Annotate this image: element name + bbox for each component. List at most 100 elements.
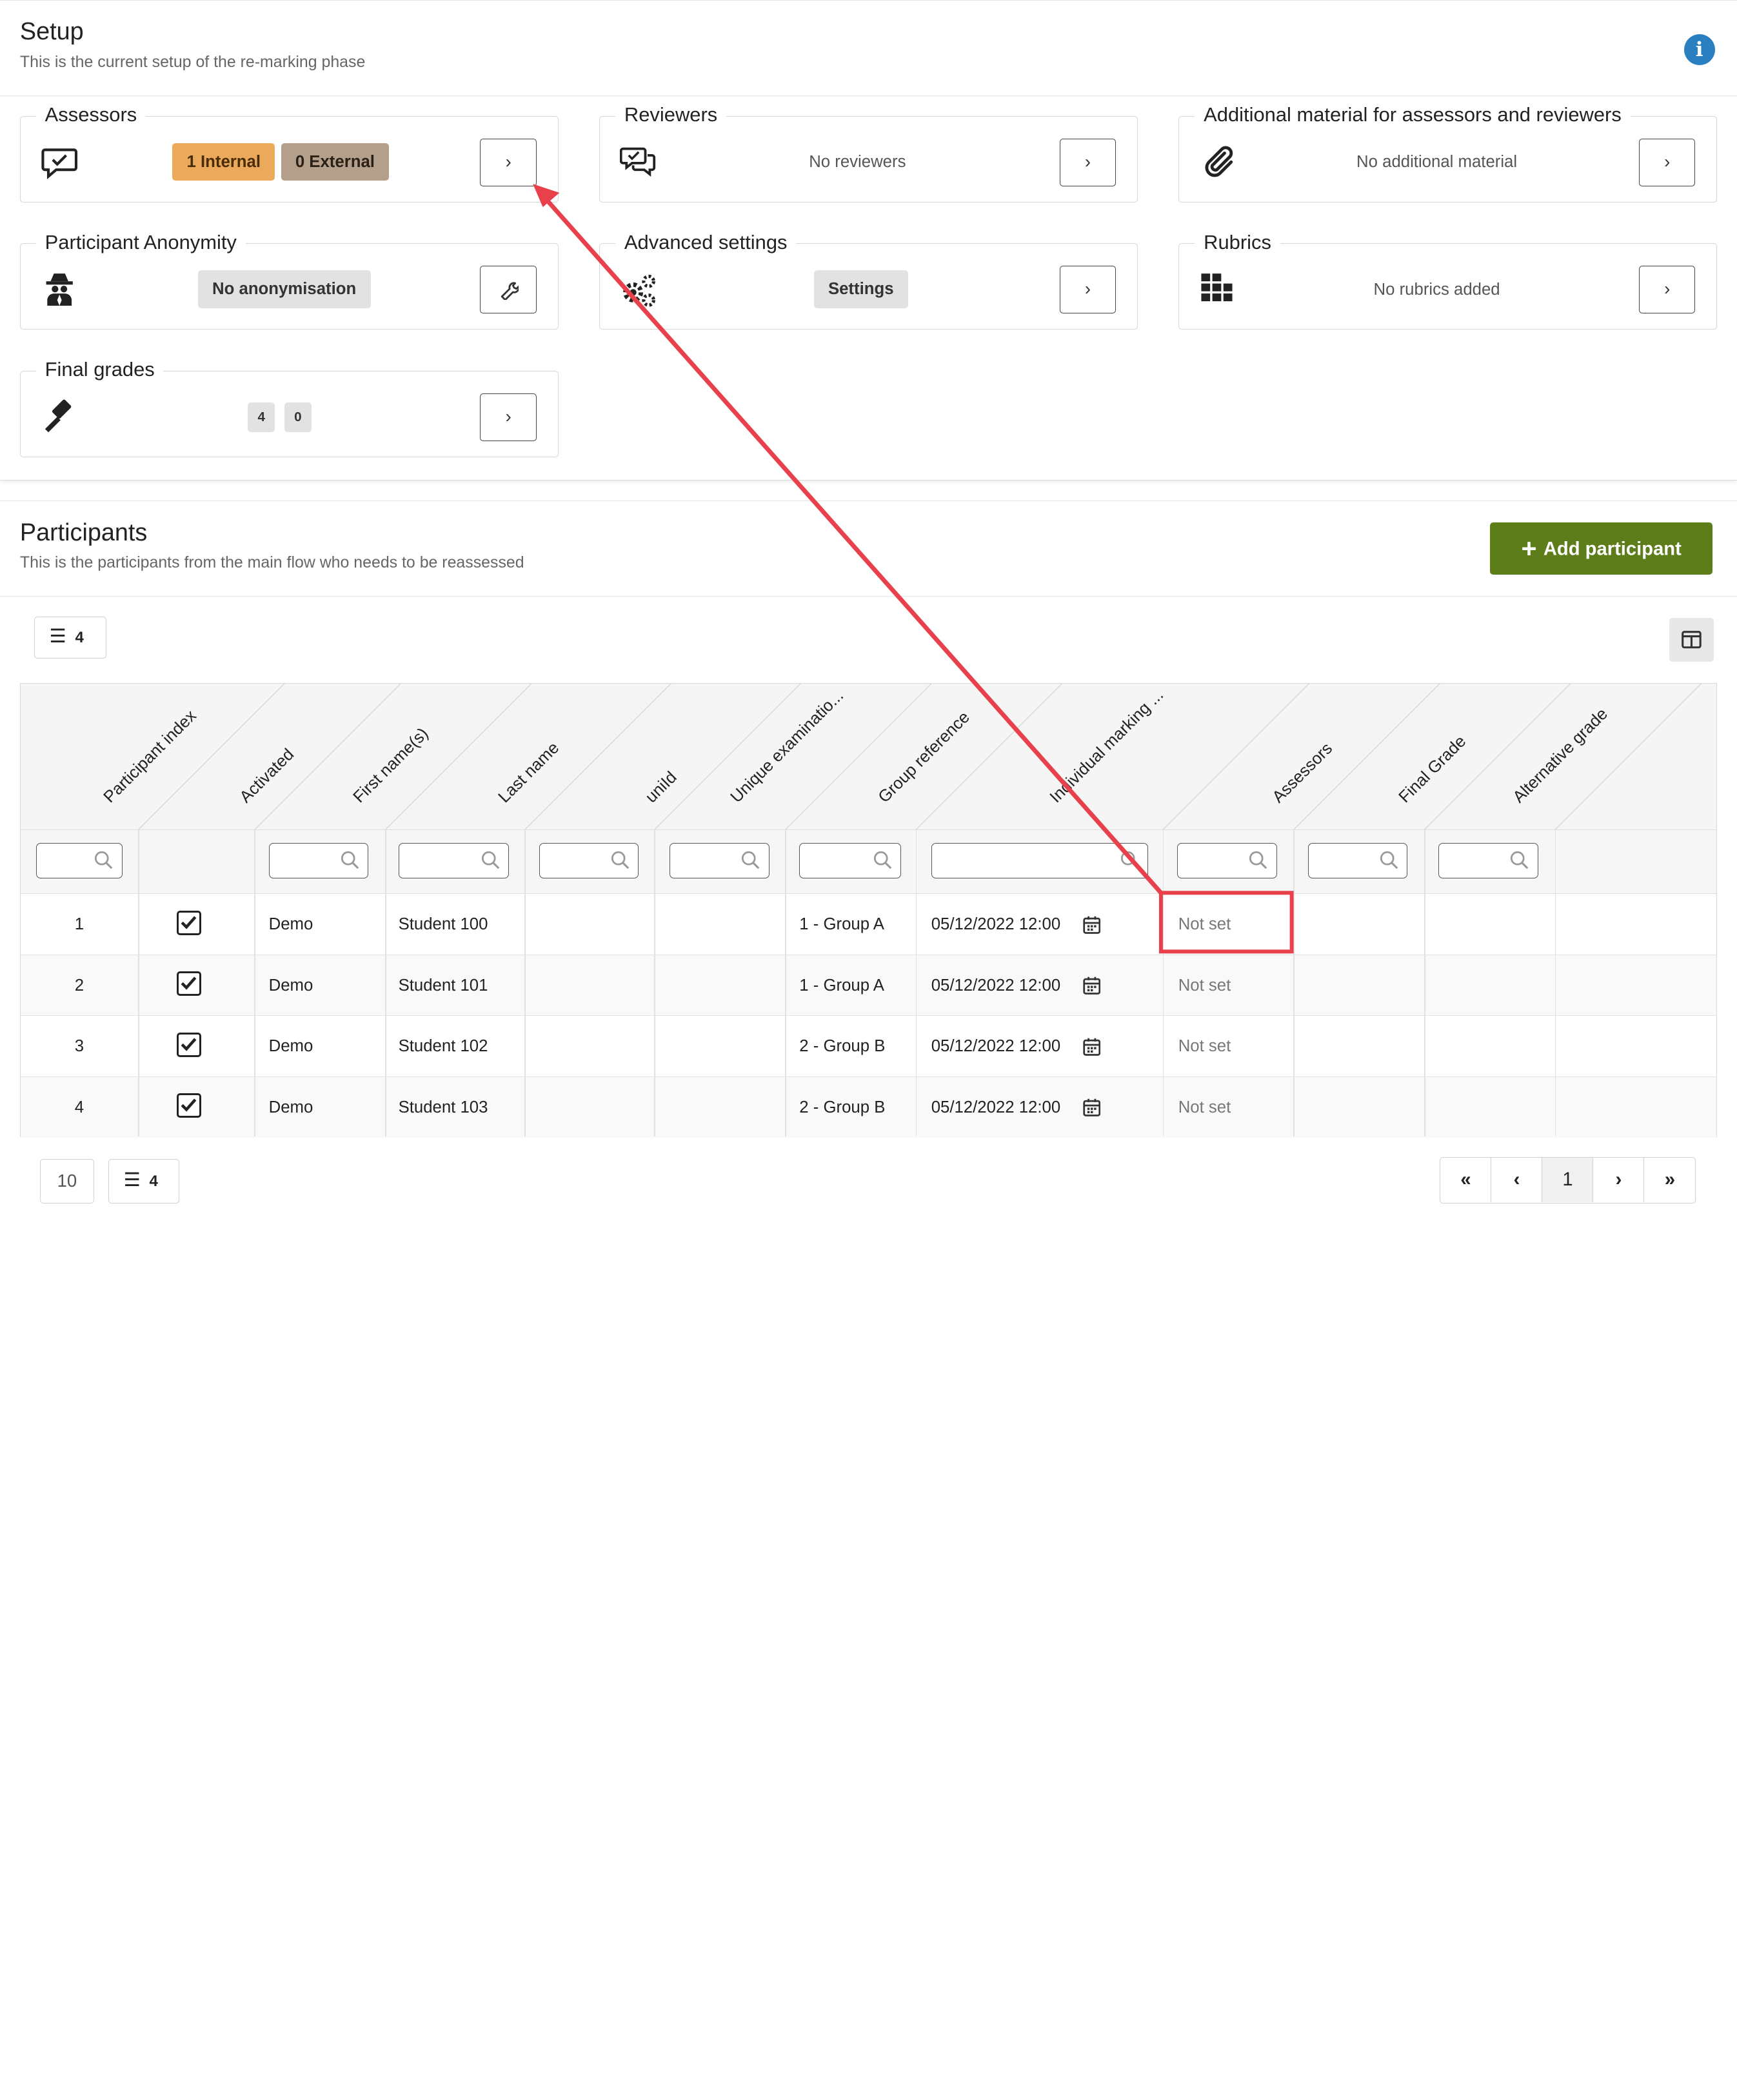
columns-toggle-button[interactable] — [1669, 617, 1714, 662]
rubrics-open-button[interactable]: › — [1638, 266, 1696, 314]
filter-individual-marking[interactable] — [931, 843, 1149, 879]
filter-alternative-grade[interactable] — [1438, 843, 1538, 879]
material-card: Additional material for assessors and re… — [1178, 103, 1718, 203]
filter-participant-index[interactable] — [35, 843, 123, 879]
column-divider — [137, 829, 139, 1137]
setup-header: Setup This is the current setup of the r… — [0, 1, 1737, 96]
current-page[interactable]: 1 — [1542, 1158, 1594, 1202]
page-size-select[interactable]: 10 — [39, 1159, 94, 1204]
cell-last-name: Student 101 — [398, 976, 488, 995]
search-icon — [1120, 851, 1138, 869]
filter-uniid[interactable] — [539, 843, 639, 879]
chevron-right-icon: › — [1084, 279, 1091, 299]
add-participant-label: Add participant — [1543, 539, 1682, 560]
advanced-card-title: Advanced settings — [615, 230, 797, 254]
spy-icon — [46, 273, 73, 306]
chevron-right-icon: › — [1664, 151, 1671, 172]
anonymity-settings-button[interactable] — [480, 266, 537, 314]
cell-assessors[interactable]: Not set — [1178, 955, 1231, 1016]
activated-checkbox[interactable] — [177, 1093, 201, 1118]
cell-assessors[interactable]: Not set — [1178, 1016, 1231, 1076]
cell-last-name: Student 100 — [398, 915, 488, 934]
search-icon — [1249, 851, 1267, 869]
filter-final-grade[interactable] — [1307, 843, 1408, 879]
table-row[interactable]: 1 Demo Student 100 1 - Group A 05/12/202… — [20, 894, 1717, 955]
paperclip-icon — [1205, 146, 1233, 177]
cell-group: 2 - Group B — [799, 1098, 886, 1116]
grid-icon — [1201, 273, 1233, 302]
list-icon: ☰ — [123, 1170, 141, 1191]
cell-deadline[interactable]: 05/12/2022 12:00 — [931, 955, 1060, 1016]
filter-assessors[interactable] — [1176, 843, 1277, 879]
activated-checkbox[interactable] — [177, 1032, 201, 1057]
reviewers-card-title: Reviewers — [615, 103, 726, 126]
table-row[interactable]: 4 Demo Student 103 2 - Group B 05/12/202… — [20, 1076, 1717, 1138]
first-page-button[interactable]: « — [1440, 1158, 1492, 1202]
gavel-icon — [45, 399, 72, 433]
calendar-icon[interactable] — [1083, 1098, 1101, 1117]
column-divider — [1424, 829, 1425, 1137]
material-status: No additional material — [1356, 153, 1518, 172]
cell-deadline[interactable]: 05/12/2022 12:00 — [931, 1077, 1060, 1138]
cell-index: 2 — [74, 976, 84, 995]
checkbox-icon — [181, 976, 197, 991]
advanced-settings-badge: Settings — [813, 270, 908, 308]
calendar-icon[interactable] — [1083, 976, 1101, 995]
chat-icon — [620, 147, 656, 177]
prev-page-button[interactable]: ‹ — [1491, 1158, 1543, 1202]
column-divider — [654, 829, 656, 1137]
checkbox-icon — [181, 1098, 197, 1112]
wrench-icon — [501, 282, 520, 301]
filter-unique-examination[interactable] — [670, 843, 769, 879]
search-icon — [1380, 851, 1398, 869]
column-divider — [784, 829, 786, 1137]
cell-group: 1 - Group A — [799, 976, 884, 995]
assessors-open-button[interactable]: › — [480, 138, 537, 186]
internal-assessors-badge: 1 Internal — [172, 143, 275, 181]
cell-index: 1 — [74, 915, 84, 934]
table-row[interactable]: 2 Demo Student 101 1 - Group A 05/12/202… — [20, 955, 1717, 1016]
final-grades-card-title: Final grades — [35, 358, 164, 382]
list-icon: ☰ — [49, 626, 66, 647]
add-participant-button[interactable]: + Add participant — [1490, 522, 1713, 575]
footer-count-button[interactable]: ☰ 4 — [108, 1159, 180, 1204]
root: Setup This is the current setup of the r… — [0, 0, 1737, 1223]
search-icon — [742, 851, 760, 869]
reviewers-open-button[interactable]: › — [1059, 138, 1117, 186]
selection-count-button[interactable]: ☰ 4 — [34, 616, 106, 659]
columns-icon — [1682, 631, 1702, 649]
assessors-card-title: Assessors — [35, 103, 146, 126]
cell-deadline[interactable]: 05/12/2022 12:00 — [931, 1016, 1060, 1076]
cell-assessors[interactable]: Not set — [1178, 1077, 1231, 1138]
column-divider — [1554, 829, 1556, 1137]
reviewers-status: No reviewers — [809, 153, 906, 172]
next-page-button[interactable]: › — [1593, 1158, 1645, 1202]
activated-checkbox[interactable] — [177, 971, 201, 996]
filter-last-name[interactable] — [398, 843, 510, 879]
chevron-right-icon: › — [1084, 151, 1091, 172]
activated-checkbox[interactable] — [177, 911, 201, 935]
anonymity-card: Participant Anonymity No anonymisation — [19, 230, 559, 330]
cell-deadline[interactable]: 05/12/2022 12:00 — [931, 894, 1060, 955]
chat-check-icon — [41, 148, 77, 179]
cell-assessors[interactable]: Not set — [1178, 894, 1231, 955]
calendar-icon[interactable] — [1083, 1037, 1101, 1056]
advanced-open-button[interactable]: › — [1059, 266, 1117, 314]
filter-first-names[interactable] — [268, 843, 369, 879]
info-icon[interactable]: i — [1683, 34, 1715, 65]
calendar-icon[interactable] — [1083, 915, 1101, 934]
search-icon — [341, 851, 359, 869]
checkbox-icon — [181, 916, 197, 929]
search-icon — [873, 851, 891, 869]
cell-first-name: Demo — [268, 976, 313, 995]
material-open-button[interactable]: › — [1638, 138, 1696, 186]
participants-header: Participants This is the participants fr… — [0, 501, 1737, 597]
table-row[interactable]: 3 Demo Student 102 2 - Group B 05/12/202… — [20, 1016, 1717, 1077]
filter-group-reference[interactable] — [799, 843, 902, 879]
last-page-button[interactable]: » — [1644, 1158, 1695, 1202]
assessors-card: Assessors 1 Internal 0 External › — [19, 103, 559, 203]
final-grades-open-button[interactable]: › — [480, 393, 537, 441]
chevron-right-icon: › — [505, 151, 511, 172]
material-card-title: Additional material for assessors and re… — [1195, 103, 1631, 126]
column-divider — [1162, 829, 1164, 1137]
